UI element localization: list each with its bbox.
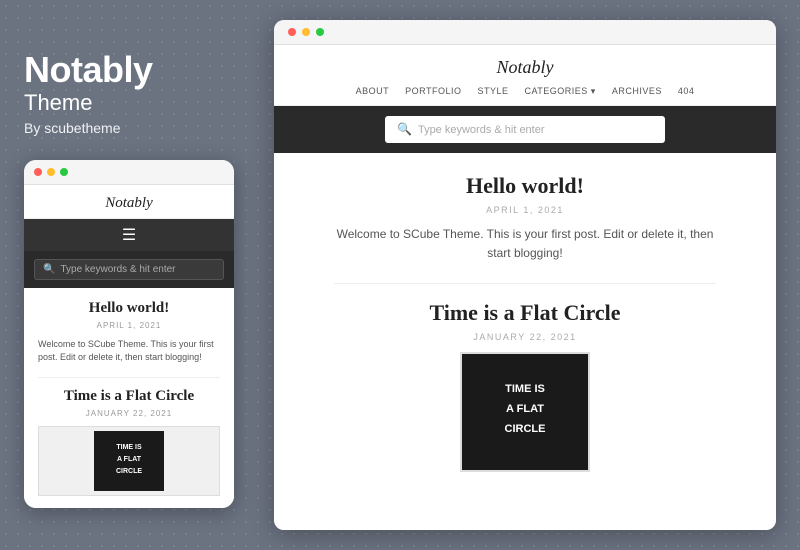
search-icon: 🔍 (43, 264, 55, 275)
nav-style[interactable]: STYLE (477, 86, 508, 97)
mobile-mockup: Notably ☰ 🔍 Type keywords & hit enter He… (24, 160, 234, 508)
app-name: Notably (24, 50, 254, 90)
desktop-divider (334, 283, 716, 284)
svg-text:CIRCLE: CIRCLE (505, 423, 546, 435)
desktop-post1-date: APRIL 1, 2021 (334, 205, 716, 215)
mobile-nav-bar: ☰ (24, 219, 234, 251)
dot-green (60, 168, 68, 176)
desktop-dot-yellow (302, 28, 310, 36)
desktop-content: Notably ABOUT PORTFOLIO STYLE CATEGORIES… (274, 45, 776, 530)
desktop-search-bar: 🔍 Type keywords & hit enter (274, 106, 776, 153)
desktop-nav: ABOUT PORTFOLIO STYLE CATEGORIES ▾ ARCHI… (294, 86, 756, 97)
mobile-site-title: Notably (24, 185, 234, 219)
mobile-search-placeholder: Type keywords & hit enter (60, 264, 175, 275)
desktop-search-icon: 🔍 (397, 122, 412, 137)
desktop-post1-title: Hello world! (334, 173, 716, 199)
thumbnail-svg: TIME IS A FLAT CIRCLE (94, 431, 164, 491)
desktop-search-placeholder: Type keywords & hit enter (418, 124, 545, 136)
left-panel: Notably Theme By scubetheme Notably ☰ 🔍 … (24, 42, 254, 508)
desktop-top-bar (274, 20, 776, 45)
nav-about[interactable]: ABOUT (356, 86, 390, 97)
theme-label: Theme (24, 90, 254, 116)
svg-text:A FLAT: A FLAT (506, 403, 544, 415)
desktop-post1-excerpt: Welcome to SCube Theme. This is your fir… (334, 225, 716, 263)
hamburger-icon: ☰ (122, 225, 136, 245)
desktop-post2-title: Time is a Flat Circle (334, 300, 716, 326)
svg-text:TIME IS: TIME IS (116, 444, 142, 451)
mobile-post2-title: Time is a Flat Circle (38, 388, 220, 405)
mobile-content: Hello world! APRIL 1, 2021 Welcome to SC… (24, 288, 234, 508)
title-block: Notably Theme By scubetheme (24, 42, 254, 144)
desktop-header: Notably ABOUT PORTFOLIO STYLE CATEGORIES… (274, 45, 776, 106)
svg-text:TIME IS: TIME IS (505, 383, 545, 395)
nav-portfolio[interactable]: PORTFOLIO (405, 86, 461, 97)
desktop-thumbnail-svg: TIME IS A FLAT CIRCLE (462, 354, 588, 470)
desktop-posts: Hello world! APRIL 1, 2021 Welcome to SC… (274, 153, 776, 530)
mobile-post2-thumbnail: TIME IS A FLAT CIRCLE (38, 426, 220, 496)
mobile-post1-title: Hello world! (38, 300, 220, 317)
mobile-search-inner[interactable]: 🔍 Type keywords & hit enter (34, 259, 224, 280)
mobile-top-bar (24, 160, 234, 185)
desktop-post2-date: JANUARY 22, 2021 (334, 332, 716, 342)
mobile-post1-excerpt: Welcome to SCube Theme. This is your fir… (38, 338, 220, 365)
nav-archives[interactable]: ARCHIVES (612, 86, 662, 97)
mobile-divider (38, 377, 220, 378)
desktop-post2-thumbnail: TIME IS A FLAT CIRCLE (460, 352, 590, 472)
by-line: By scubetheme (24, 120, 254, 136)
nav-categories[interactable]: CATEGORIES ▾ (524, 86, 595, 97)
desktop-dot-red (288, 28, 296, 36)
nav-404[interactable]: 404 (678, 86, 695, 97)
svg-text:A FLAT: A FLAT (117, 456, 142, 463)
dot-red (34, 168, 42, 176)
desktop-mockup: Notably ABOUT PORTFOLIO STYLE CATEGORIES… (274, 20, 776, 530)
mobile-post2-date: JANUARY 22, 2021 (38, 409, 220, 418)
desktop-search-inner[interactable]: 🔍 Type keywords & hit enter (385, 116, 665, 143)
desktop-dot-green (316, 28, 324, 36)
dot-yellow (47, 168, 55, 176)
desktop-body: 🔍 Type keywords & hit enter Hello world!… (274, 106, 776, 530)
mobile-post1-date: APRIL 1, 2021 (38, 321, 220, 330)
svg-text:CIRCLE: CIRCLE (116, 468, 142, 475)
desktop-site-title: Notably (294, 57, 756, 78)
mobile-search-area: 🔍 Type keywords & hit enter (24, 251, 234, 288)
